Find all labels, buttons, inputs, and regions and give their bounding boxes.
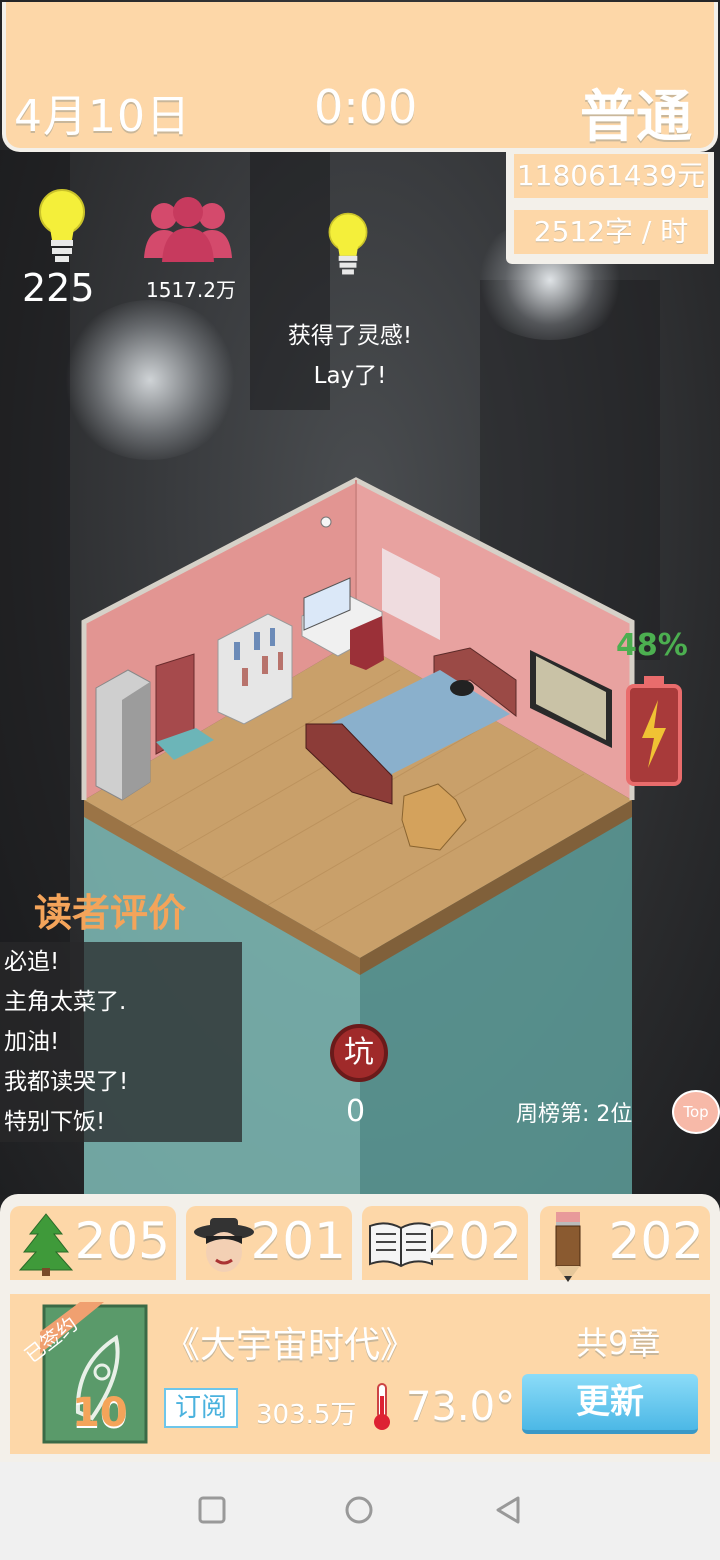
book-title: 《大宇宙时代》 [164,1325,417,1366]
heat-value: 73.0° [406,1384,516,1430]
lightbulb-icon [39,189,85,262]
book-icon [369,1222,433,1268]
review-item: 我都读哭了! [4,1069,129,1095]
book-card[interactable]: 已签约 10 《大宇宙时代》 共9章 订阅 303.5万 73.0° 更新 [10,1294,710,1454]
keng-count: 0 [346,1094,366,1129]
bottom-panel: 205 201 202 202 已签约 10 《大宇宙时代》 共9章 订阅 30… [0,1194,720,1462]
top-rank-button[interactable]: Top [672,1090,720,1134]
resource-book[interactable]: 202 [362,1206,528,1280]
difficulty-label: 普通 [580,85,692,150]
money-label: 118061439元 [514,154,708,198]
subscribe-badge: 订阅 [164,1388,238,1428]
pencil-value: 202 [608,1212,704,1270]
finance-panel: 118061439元 2512字 / 时 [506,152,714,264]
system-nav-bar [0,1462,720,1560]
inspiration-count: 225 [22,266,95,310]
resource-pencil[interactable]: 202 [540,1206,710,1282]
date-label: 4月10日 [14,91,191,142]
tree-icon [18,1213,74,1276]
event-message-line1: 获得了灵感! [287,323,413,349]
review-item: 必追! [4,949,60,975]
keng-button[interactable]: 坑 [330,1024,388,1082]
thermometer-icon [374,1383,390,1430]
battery-percent: 48% [616,628,688,663]
subscriber-count: 303.5万 [256,1400,357,1430]
update-button[interactable]: 更新 [522,1374,698,1434]
review-item: 特别下饭! [4,1109,106,1135]
resource-tree[interactable]: 205 [10,1206,176,1280]
fans-icon [144,197,232,262]
resource-character[interactable]: 201 [186,1206,352,1280]
battery-icon[interactable] [626,676,682,786]
top-status-bar: 4月10日 0:00 普通 [2,2,718,152]
time-label: 0:00 [314,80,418,134]
book-level: 10 [72,1390,128,1436]
reviews-title: 读者评价 [34,891,187,935]
reviews-list: 必追! 主角太菜了. 加油! 我都读哭了! 特别下饭! [0,942,242,1142]
character-icon [194,1218,254,1272]
writing-speed-label: 2512字 / 时 [514,210,708,254]
home-icon[interactable] [344,1495,374,1525]
recents-icon[interactable] [198,1496,226,1524]
back-icon[interactable] [494,1495,522,1525]
book-value: 202 [426,1212,522,1270]
character-value: 201 [250,1212,346,1270]
review-item: 主角太菜了. [4,989,127,1015]
review-item: 加油! [4,1029,60,1055]
tree-value: 205 [74,1212,170,1270]
pencil-icon [555,1212,581,1282]
fans-count: 1517.2万 [146,278,236,302]
inspiration-event-lightbulb-icon [328,212,368,275]
chapter-count: 共9章 [576,1324,661,1362]
weekly-rank: 周榜第: 2位 [516,1102,633,1127]
event-message-line2: Lay了! [313,363,387,389]
